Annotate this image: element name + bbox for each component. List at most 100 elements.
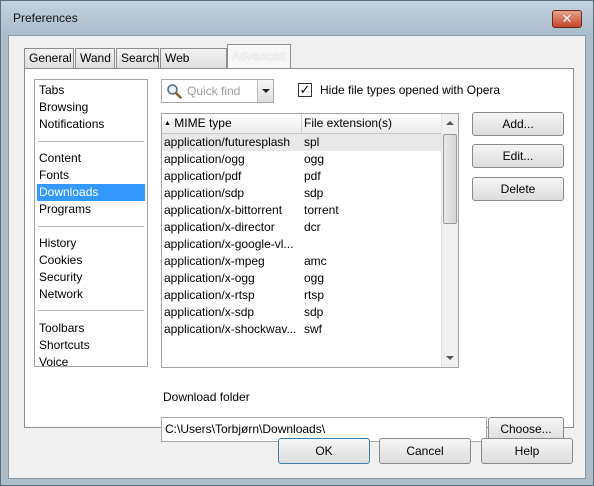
button-label: Edit...: [502, 149, 534, 163]
category-label: History: [39, 236, 77, 250]
category-item-network[interactable]: Network: [37, 286, 145, 303]
add-button[interactable]: Add...: [472, 112, 564, 136]
table-row[interactable]: application/x-rtsp rtsp: [162, 287, 442, 304]
category-item-tabs[interactable]: Tabs: [37, 82, 145, 99]
hide-filetypes-checkbox[interactable]: ✓: [298, 83, 312, 97]
preferences-dialog: Preferences ✕ General Wand Search Web Pa…: [0, 0, 594, 486]
table-row[interactable]: application/futuresplash spl: [162, 134, 442, 151]
category-item-security[interactable]: Security: [37, 269, 145, 286]
category-label: Network: [39, 287, 84, 301]
window-title: Preferences: [13, 11, 78, 25]
advanced-panel: Tabs Browsing Notifications Content Font…: [24, 68, 574, 442]
category-separator: [38, 310, 144, 311]
table-row[interactable]: application/x-director dcr: [162, 219, 442, 236]
category-list: Tabs Browsing Notifications Content Font…: [34, 79, 148, 369]
table-row[interactable]: application/x-google-vl...: [162, 236, 442, 253]
category-item-voice[interactable]: Voice: [37, 354, 145, 371]
tab-advanced[interactable]: Advanced: [227, 44, 291, 70]
category-item-shortcuts[interactable]: Shortcuts: [37, 337, 145, 354]
help-button[interactable]: Help: [481, 438, 573, 464]
category-label: Shortcuts: [39, 338, 90, 352]
tab-label: General: [29, 51, 72, 65]
category-item-toolbars[interactable]: Toolbars: [37, 320, 145, 337]
button-label: Choose...: [500, 422, 552, 436]
category-label: Programs: [39, 202, 92, 216]
tab-label: Search: [121, 51, 160, 65]
category-separator: [38, 141, 144, 142]
button-label: Add...: [502, 117, 534, 131]
category-label: Fonts: [39, 168, 70, 182]
mime-cell: application/x-google-vl...: [164, 237, 294, 251]
extension-cell: torrent: [304, 203, 339, 217]
mime-cell: application/x-director: [164, 220, 275, 234]
tab-general[interactable]: General: [24, 48, 74, 69]
category-label: Content: [39, 151, 82, 165]
scroll-down-arrow-icon[interactable]: [446, 356, 454, 360]
tab-web-pages[interactable]: Web Pages: [160, 48, 227, 84]
table-row[interactable]: application/sdp sdp: [162, 185, 442, 202]
extension-cell: ogg: [304, 271, 325, 285]
extension-cell: dcr: [304, 220, 321, 234]
mime-cell: application/x-shockwav...: [164, 322, 297, 336]
category-item-fonts[interactable]: Fonts: [37, 167, 145, 184]
table-row[interactable]: application/x-bittorrent torrent: [162, 202, 442, 219]
extension-cell: pdf: [304, 169, 321, 183]
category-item-browsing[interactable]: Browsing: [37, 99, 145, 116]
close-button[interactable]: ✕: [552, 10, 582, 28]
table-row[interactable]: application/pdf pdf: [162, 168, 442, 185]
mime-cell: application/x-bittorrent: [164, 203, 283, 217]
category-label: Downloads: [39, 185, 99, 199]
category-label: Voice: [39, 355, 69, 369]
column-header-mime-type[interactable]: ▲ MIME type: [162, 114, 302, 133]
category-label: Browsing: [39, 100, 89, 114]
extension-cell: amc: [304, 254, 327, 268]
vertical-scrollbar[interactable]: [441, 114, 458, 367]
column-header-file-extensions[interactable]: File extension(s): [302, 114, 442, 133]
table-row[interactable]: application/x-mpeg amc: [162, 253, 442, 270]
scrollbar-thumb[interactable]: [443, 134, 457, 224]
extension-cell: rtsp: [304, 288, 325, 302]
button-label: OK: [315, 444, 333, 458]
table-row[interactable]: application/x-shockwav... swf: [162, 321, 442, 338]
mime-cell: application/sdp: [164, 186, 245, 200]
category-label: Notifications: [39, 117, 105, 131]
table-row[interactable]: application/ogg ogg: [162, 151, 442, 168]
extension-cell: ogg: [304, 152, 325, 166]
scroll-up-arrow-icon[interactable]: [446, 121, 454, 125]
chevron-down-icon[interactable]: [257, 80, 273, 102]
close-icon: ✕: [561, 11, 573, 26]
list-header: ▲ MIME type File extension(s): [162, 114, 442, 134]
mime-type-list[interactable]: ▲ MIME type File extension(s) applicatio…: [161, 113, 459, 368]
category-item-content[interactable]: Content: [37, 150, 145, 167]
mime-cell: application/ogg: [164, 152, 245, 166]
category-label: Security: [39, 270, 83, 284]
magnifier-icon: [167, 84, 182, 99]
table-row[interactable]: application/x-sdp sdp: [162, 304, 442, 321]
mime-cell: application/x-rtsp: [164, 288, 255, 302]
mime-cell: application/x-ogg: [164, 271, 255, 285]
category-item-history[interactable]: History: [37, 235, 145, 252]
category-separator: [38, 226, 144, 227]
extension-cell: spl: [304, 135, 320, 149]
quick-find-combo[interactable]: Quick find: [161, 79, 274, 103]
cancel-button[interactable]: Cancel: [379, 438, 471, 464]
delete-button[interactable]: Delete: [472, 177, 564, 201]
ok-button[interactable]: OK: [278, 438, 370, 464]
extension-cell: sdp: [304, 186, 324, 200]
mime-cell: application/futuresplash: [164, 135, 291, 149]
tab-label: Advanced: [232, 49, 286, 63]
table-row[interactable]: application/x-ogg ogg: [162, 270, 442, 287]
download-folder-label: Download folder: [163, 390, 250, 404]
category-label: Toolbars: [39, 321, 85, 335]
tab-wand[interactable]: Wand: [75, 48, 115, 69]
category-label: Cookies: [39, 253, 83, 267]
title-bar[interactable]: Preferences ✕: [1, 1, 593, 35]
mime-cell: application/pdf: [164, 169, 242, 183]
mime-cell: application/x-mpeg: [164, 254, 265, 268]
category-item-programs[interactable]: Programs: [37, 201, 145, 218]
tab-search[interactable]: Search: [116, 48, 159, 69]
category-item-cookies[interactable]: Cookies: [37, 252, 145, 269]
category-item-downloads[interactable]: Downloads: [37, 184, 145, 201]
edit-button[interactable]: Edit...: [472, 144, 564, 168]
category-item-notifications[interactable]: Notifications: [37, 116, 145, 133]
